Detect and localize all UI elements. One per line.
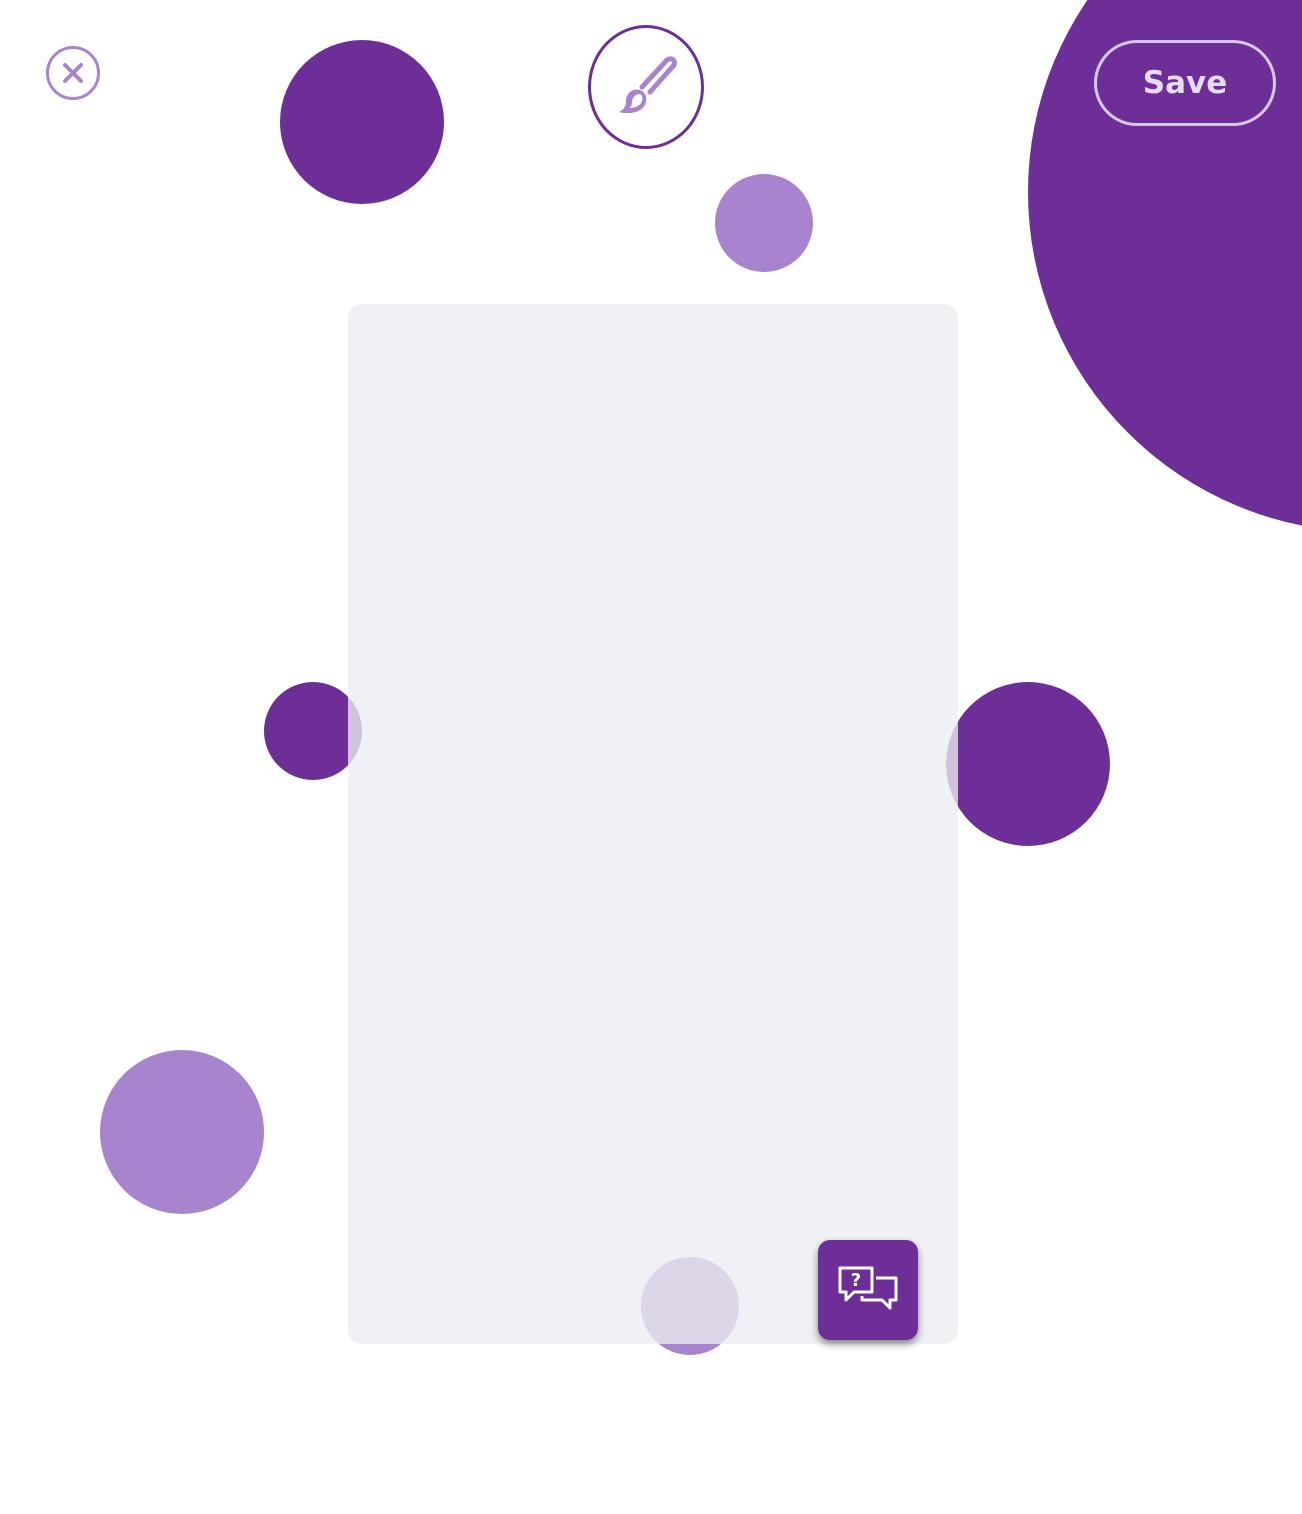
- decorative-bubble: [100, 1050, 264, 1214]
- svg-text:?: ?: [851, 1270, 861, 1291]
- help-chat-icon: ?: [838, 1266, 898, 1310]
- canvas-area[interactable]: [348, 304, 958, 1344]
- close-icon: [63, 63, 83, 83]
- decorative-bubble: [715, 174, 813, 272]
- decorative-bubble: [946, 682, 1110, 846]
- paintbrush-icon: [619, 56, 677, 114]
- decorative-bubble: [280, 40, 444, 204]
- editor-stage: Save ?: [0, 0, 1302, 1514]
- close-button[interactable]: [46, 46, 100, 100]
- save-button[interactable]: Save: [1094, 40, 1276, 126]
- help-chat-button[interactable]: ?: [818, 1240, 918, 1340]
- style-button[interactable]: [588, 25, 704, 149]
